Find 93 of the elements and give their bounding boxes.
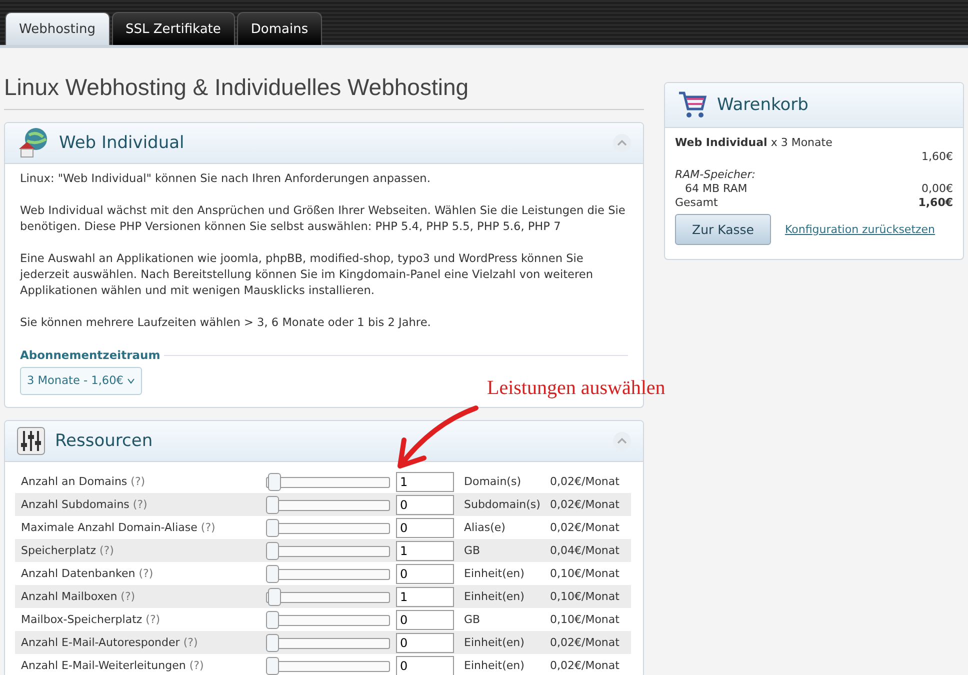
help-link[interactable]: (?) <box>132 498 148 511</box>
slider-handle[interactable] <box>266 610 279 628</box>
slider[interactable] <box>266 496 390 514</box>
unit-label: Einheit(en) <box>463 636 526 649</box>
quantity-field[interactable]: 1 <box>396 586 454 606</box>
slider-handle[interactable] <box>266 656 279 674</box>
slider[interactable] <box>266 542 390 560</box>
slider[interactable] <box>266 472 390 490</box>
slider-handle[interactable] <box>268 588 282 606</box>
total-label: Gesamt <box>675 196 718 210</box>
cart-duration: x 3 Monate <box>770 136 832 149</box>
slider[interactable] <box>266 518 390 536</box>
price-label: 0,02€/Monat <box>550 521 620 534</box>
slider-handle[interactable] <box>266 542 279 560</box>
resource-label: Mailbox-Speicherplatz (?) <box>21 613 162 626</box>
section-label: Abonnementzeitraum <box>20 347 160 363</box>
panel-title: Web Individual <box>59 133 186 153</box>
total-price: 1,60€ <box>918 196 953 210</box>
quantity-field[interactable]: 0 <box>396 564 454 584</box>
panel-title: Ressourcen <box>55 431 154 451</box>
tab[interactable]: SSL Zertifikate <box>112 12 235 45</box>
slider[interactable] <box>266 656 390 674</box>
price-label: 0,02€/Monat <box>550 636 620 649</box>
help-link[interactable]: (?) <box>146 613 160 626</box>
resource-label: Anzahl Datenbanken (?) <box>21 567 154 580</box>
resource-label: Anzahl an Domains (?) <box>21 475 146 488</box>
price-label: 0,10€/Monat <box>550 567 620 580</box>
unit-label: Subdomain(s) <box>463 498 542 511</box>
quantity-field[interactable]: 1 <box>396 472 454 492</box>
page-title: Linux Webhosting & Individuelles Webhosting <box>4 74 644 110</box>
checkout-button[interactable]: Zur Kasse <box>675 214 771 245</box>
quantity-field[interactable]: 0 <box>396 494 454 514</box>
resource-label: Anzahl E-Mail-Weiterleitungen (?) <box>21 659 205 672</box>
cart-product: Web Individual <box>675 136 768 149</box>
subscription-dropdown[interactable]: 3 Monate - 1,60€ <box>20 367 142 395</box>
quantity-field[interactable]: 0 <box>396 518 454 538</box>
price-label: 0,02€/Monat <box>550 659 620 672</box>
reset-link[interactable]: Konfiguration zurücksetzen <box>784 222 936 236</box>
resource-label: Anzahl Mailboxen (?) <box>21 590 136 603</box>
caret-icon <box>126 378 134 384</box>
slider-handle[interactable] <box>266 634 279 652</box>
quantity-field[interactable]: 0 <box>396 656 454 675</box>
slider[interactable] <box>266 634 390 652</box>
help-link[interactable]: (?) <box>99 544 114 557</box>
option-value: 64 MB RAM <box>684 182 748 196</box>
slider[interactable] <box>266 588 390 606</box>
unit-label: GB <box>463 544 482 557</box>
slider[interactable] <box>266 564 390 582</box>
slider-handle[interactable] <box>266 564 279 582</box>
unit-label: Einheit(en) <box>463 567 526 580</box>
tab[interactable]: Domains <box>236 12 322 45</box>
price-label: 0,00€ <box>922 182 953 196</box>
unit-label: Einheit(en) <box>463 590 526 603</box>
resource-label: Anzahl E-Mail-Autoresponder (?) <box>21 636 199 649</box>
description-text: Sie können mehrere Laufzeiten wählen > 3, 6 Monate oder 1 bis 2 Jahre. <box>20 315 432 331</box>
quantity-field[interactable]: 0 <box>396 610 454 630</box>
unit-label: GB <box>463 613 482 626</box>
help-link[interactable]: (?) <box>200 521 216 534</box>
resource-label: Maximale Anzahl Domain-Aliase (?) <box>21 521 216 534</box>
price-label: 0,02€/Monat <box>550 498 620 511</box>
description-text: Eine Auswahl an Applikationen wie joomla, phpBB, modified-shop, typo3 und WordPress können Sie jederzeit auswählen. Nach Bereitstellung können Sie im Kingdomain-Panel eine Vielzahl von weiteren Applikationen wählen und mit wenigen Mausklicks installieren. <box>20 251 594 299</box>
resource-label: Speicherplatz (?) <box>21 544 115 557</box>
quantity-field[interactable]: 0 <box>396 632 454 652</box>
help-link[interactable]: (?) <box>189 659 204 672</box>
slider-handle[interactable] <box>268 472 282 490</box>
help-link[interactable]: (?) <box>183 636 198 649</box>
collapse-icon[interactable] <box>613 432 631 450</box>
slider[interactable] <box>266 610 390 628</box>
tab[interactable]: Webhosting <box>5 12 110 45</box>
price-label: 0,02€/Monat <box>550 475 620 488</box>
unit-label: Domain(s) <box>463 475 522 488</box>
help-link[interactable]: (?) <box>138 567 154 580</box>
price-label: 0,04€/Monat <box>550 544 620 557</box>
price-label: 0,10€/Monat <box>550 590 620 603</box>
unit-label: Alias(e) <box>463 521 506 534</box>
panel-title: Warenkorb <box>717 95 810 115</box>
price-label: 0,10€/Monat <box>550 613 620 626</box>
sliders-icon <box>17 427 45 455</box>
slider-handle[interactable] <box>266 518 279 536</box>
globe-house-icon <box>17 127 49 159</box>
annotation-text: Leistungen auswählen <box>487 377 666 400</box>
option-label: RAM-Speicher: <box>675 168 756 182</box>
collapse-icon[interactable] <box>613 134 631 152</box>
shopping-cart-icon <box>677 90 707 120</box>
help-link[interactable]: (?) <box>130 475 146 488</box>
quantity-field[interactable]: 1 <box>396 540 454 560</box>
slider-handle[interactable] <box>266 496 279 514</box>
resource-label: Anzahl Subdomains (?) <box>21 498 148 511</box>
description-text: Linux: "Web Individual" können Sie nach Ihren Anforderungen anpassen. <box>20 171 432 187</box>
help-link[interactable]: (?) <box>120 590 136 603</box>
unit-label: Einheit(en) <box>463 659 526 672</box>
price-label: 1,60€ <box>922 150 953 164</box>
description-text: Web Individual wächst mit den Ansprüchen und Größen Ihrer Webseiten. Wählen Sie die Leistungen die Sie benötigen. Diese PHP Versionen können Sie selbst auswählen: PHP 5.4, PHP 5.5, PHP 5.6, PHP 7 <box>20 203 626 235</box>
